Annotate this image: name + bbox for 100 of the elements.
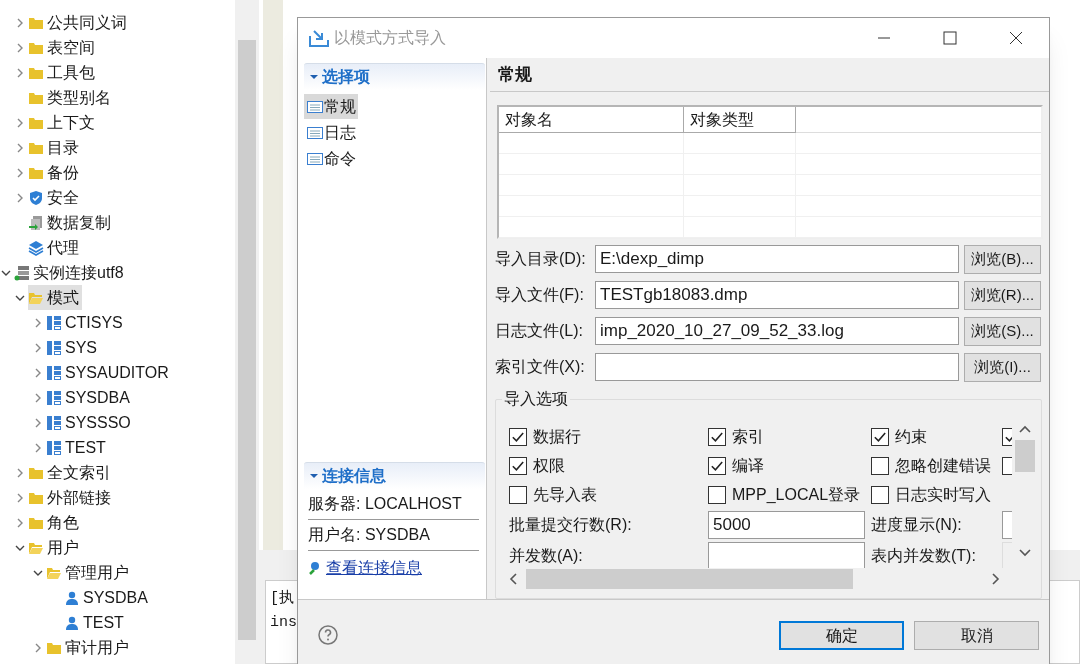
field-label: 导入目录(D): bbox=[495, 249, 587, 269]
nav-item[interactable]: 命令 bbox=[304, 146, 358, 171]
scrollbar-thumb[interactable] bbox=[1015, 440, 1035, 472]
tree-item[interactable]: 类型别名 bbox=[28, 85, 114, 110]
text-field[interactable]: 5000 bbox=[708, 511, 865, 539]
tree-item[interactable]: 外部链接 bbox=[28, 485, 114, 510]
tree-item[interactable]: 管理用户 bbox=[46, 560, 132, 585]
tree-item[interactable]: 用户 bbox=[28, 535, 82, 560]
checkbox-label: 索引 bbox=[732, 426, 764, 447]
tree-item[interactable]: SYSDBA bbox=[64, 585, 151, 610]
tree-item[interactable]: 实例连接utf8 bbox=[14, 260, 127, 285]
checkbox[interactable] bbox=[509, 456, 527, 475]
cancel-button[interactable]: 取消 bbox=[914, 621, 1039, 650]
checkmark-icon bbox=[711, 460, 723, 471]
nav-item[interactable]: 常规 bbox=[304, 94, 358, 119]
checkbox[interactable] bbox=[708, 485, 726, 504]
connection-info-text: 服务器: LOCALHOST bbox=[308, 489, 479, 520]
text-field[interactable] bbox=[595, 353, 959, 381]
connection-info-link[interactable]: 查看连接信息 bbox=[326, 556, 422, 580]
checkbox-label: 约束 bbox=[895, 426, 927, 447]
checkbox[interactable] bbox=[708, 456, 726, 475]
field-label: 并发数(A): bbox=[509, 546, 584, 566]
grid-icon bbox=[46, 414, 62, 431]
tree-item[interactable]: 模式 bbox=[28, 285, 82, 310]
checkbox-label: 先导入表 bbox=[533, 484, 597, 505]
browse-button[interactable]: 浏览(R)... bbox=[964, 280, 1041, 310]
expanded-triangle-icon[interactable] bbox=[310, 73, 318, 81]
tree-item[interactable]: 审计用户 bbox=[46, 635, 132, 660]
tree-item[interactable]: TEST bbox=[46, 435, 109, 460]
scroll-left-icon[interactable] bbox=[508, 573, 518, 585]
tree-item[interactable]: 全文索引 bbox=[28, 460, 114, 485]
checkbox[interactable] bbox=[871, 485, 889, 504]
field-label: 表内并发数(T): bbox=[871, 546, 977, 566]
checkbox[interactable] bbox=[708, 427, 726, 446]
checkbox-label: MPP_LOCAL登录 bbox=[732, 484, 861, 505]
grid-icon bbox=[46, 314, 62, 331]
grid-icon bbox=[46, 439, 62, 456]
tree-item[interactable]: 代理 bbox=[28, 235, 82, 260]
column-header[interactable]: 对象类型 bbox=[684, 107, 796, 133]
page-title: 常规 bbox=[490, 58, 1049, 92]
scrollbar-thumb[interactable] bbox=[526, 569, 853, 589]
field-label: 进度显示(N): bbox=[871, 515, 963, 535]
text-field[interactable] bbox=[708, 542, 865, 568]
browse-button[interactable]: 浏览(B)... bbox=[964, 244, 1041, 274]
checkbox-label: 编译 bbox=[732, 455, 764, 476]
field-label: 日志文件(L): bbox=[495, 321, 584, 341]
checkbox-label: 权限 bbox=[533, 455, 565, 476]
console-text: ins bbox=[270, 613, 298, 633]
import-arrow-icon bbox=[308, 28, 330, 48]
server-icon bbox=[14, 264, 30, 281]
scroll-right-icon[interactable] bbox=[991, 573, 1001, 585]
tree-item[interactable]: CTISYS bbox=[46, 310, 126, 335]
tree-item[interactable]: SYSAUDITOR bbox=[46, 360, 172, 385]
field-label: 批量提交行数(R): bbox=[509, 515, 633, 535]
text-field[interactable]: TESTgb18083.dmp bbox=[595, 281, 959, 309]
tree-item[interactable]: TEST bbox=[64, 610, 127, 635]
shield-icon bbox=[28, 189, 44, 206]
tree-item[interactable]: 公共同义词 bbox=[28, 10, 130, 35]
text-field[interactable]: imp_2020_10_27_09_52_33.log bbox=[595, 317, 959, 345]
section-header[interactable]: 选择项 bbox=[304, 63, 485, 90]
tree-item[interactable]: 工具包 bbox=[28, 60, 98, 85]
checkmark-icon bbox=[512, 460, 524, 471]
tree-item[interactable]: 备份 bbox=[28, 160, 82, 185]
text-field[interactable]: E:\dexp_dimp bbox=[595, 245, 959, 273]
column-header[interactable]: 对象名 bbox=[499, 107, 684, 133]
checkmark-icon bbox=[874, 431, 886, 442]
browse-button[interactable]: 浏览(S)... bbox=[964, 316, 1041, 346]
checkbox[interactable] bbox=[871, 456, 889, 475]
tree-item[interactable]: 表空间 bbox=[28, 35, 98, 60]
help-icon[interactable] bbox=[318, 625, 338, 645]
tree-item[interactable]: 角色 bbox=[28, 510, 82, 535]
nav-item[interactable]: 日志 bbox=[304, 120, 358, 145]
scroll-up-icon[interactable] bbox=[1019, 424, 1031, 434]
tree-item[interactable]: 上下文 bbox=[28, 110, 98, 135]
tree-item[interactable]: SYSSSO bbox=[46, 410, 134, 435]
window-title: 以模式方式导入 bbox=[334, 28, 447, 48]
checkbox[interactable] bbox=[871, 427, 889, 446]
tree-item[interactable]: 数据复制 bbox=[28, 210, 114, 235]
list-icon bbox=[307, 99, 323, 114]
scrollbar-thumb[interactable] bbox=[238, 40, 256, 640]
console-text: [执 bbox=[270, 588, 295, 609]
checkbox[interactable] bbox=[509, 485, 527, 504]
user-icon bbox=[64, 614, 80, 631]
expanded-triangle-icon[interactable] bbox=[310, 472, 318, 480]
tree-item[interactable]: SYS bbox=[46, 335, 100, 360]
field-label: 导入文件(F): bbox=[495, 285, 585, 305]
tree-item[interactable]: SYSDBA bbox=[46, 385, 133, 410]
list-icon bbox=[307, 125, 323, 140]
grid-icon bbox=[46, 389, 62, 406]
tree-item[interactable]: 安全 bbox=[28, 185, 82, 210]
browse-button[interactable]: 浏览(I)... bbox=[964, 352, 1041, 382]
ok-button[interactable]: 确定 bbox=[779, 621, 904, 650]
field-label: 索引文件(X): bbox=[495, 357, 586, 377]
scroll-down-icon[interactable] bbox=[1019, 548, 1031, 558]
grid-icon bbox=[46, 339, 62, 356]
checkbox[interactable] bbox=[509, 427, 527, 446]
connection-info-text: 用户名: SYSDBA bbox=[308, 520, 479, 551]
checkbox-label: 日志实时写入 bbox=[895, 484, 991, 505]
tree-item[interactable]: 目录 bbox=[28, 135, 82, 160]
layers-icon bbox=[28, 239, 44, 256]
